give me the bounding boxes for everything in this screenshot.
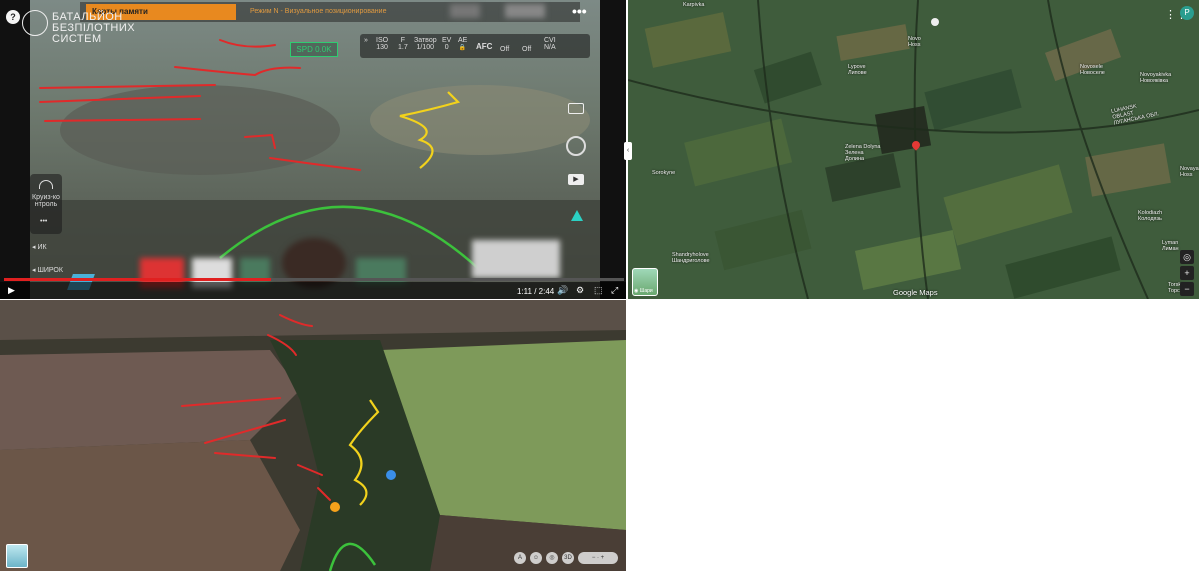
google-maps-logo: Google Maps — [893, 288, 938, 297]
param-shutter: Затвор 1/100 — [414, 37, 437, 51]
map-label: Lypove Липове — [848, 64, 867, 76]
param-cvi: CVI N/A — [544, 37, 556, 51]
blurred-badge — [505, 4, 545, 18]
param-afc: AFC — [476, 42, 493, 51]
blue-marker-icon — [386, 470, 396, 480]
shutter-icon[interactable] — [566, 136, 586, 156]
blurred-thumbnail — [472, 240, 560, 278]
param-f: F 1.7 — [398, 37, 408, 51]
layers-label: ◉ Шари — [634, 288, 653, 294]
param-ae: AE 🔒 — [458, 37, 468, 51]
video-progress-bar[interactable] — [4, 278, 624, 281]
wide-label[interactable]: ◂ ШИРОК — [32, 266, 63, 274]
earth-3d-view[interactable] — [0, 300, 626, 571]
map-label: Novosele Новоселе — [1080, 64, 1105, 76]
battalion-logo-icon — [22, 10, 48, 36]
map-label: Lyman Лиман — [1162, 240, 1179, 252]
map-label: Shandryholove Шандриголове — [672, 252, 710, 264]
map-label: Novo Hoss — [908, 36, 921, 48]
map-label: Novaya Hoss — [1180, 166, 1199, 178]
view-3d-icon[interactable]: 3D — [562, 552, 574, 564]
locate-me-icon[interactable]: ◎ — [1180, 250, 1194, 264]
video-camera-icon[interactable] — [568, 103, 584, 114]
video-time: 1:11 / 2:44 — [517, 287, 555, 296]
earth-layer-button[interactable] — [6, 544, 28, 568]
map-label: Zelena Dolyna Зелена Долина — [845, 144, 881, 162]
pegman-icon[interactable]: ☺ — [530, 552, 542, 564]
settings-icon[interactable]: ⚙ — [576, 285, 584, 296]
explosion-marker-icon — [330, 502, 340, 512]
navigation-arrow-icon[interactable] — [571, 210, 583, 221]
account-avatar[interactable]: P — [1180, 6, 1194, 20]
param-ev: EV 0 — [442, 37, 452, 51]
map-label: Kolodiazh Колодязь — [1138, 210, 1163, 222]
terrain-view — [0, 300, 626, 571]
param-iso: ISO 130 — [376, 37, 389, 51]
camera-parameters: » ISO 130 F 1.7 Затвор 1/100 EV 0 AE 🔒 AFC Of… — [360, 34, 590, 58]
zoom-out-button[interactable]: − — [1180, 282, 1194, 296]
mode-label: Режим N - Визуальное позиционирование — [250, 8, 387, 15]
map-label: Sorokyne — [652, 170, 676, 176]
zoom-in-button[interactable]: + — [1180, 266, 1194, 280]
fullscreen-icon[interactable]: ⤢ — [611, 285, 618, 296]
map-label: Novoyakivka Новояківка — [1140, 72, 1172, 84]
more-options-icon[interactable]: ••• — [572, 3, 587, 19]
help-icon[interactable]: ? — [6, 10, 20, 24]
location-icon[interactable]: ◎ — [546, 552, 558, 564]
map-label: Karpivka — [683, 2, 705, 8]
collapse-panel-icon[interactable]: ‹ — [624, 142, 632, 160]
cruise-control-label: Круиз-ко нтроль — [32, 194, 60, 208]
speed-badge: SPD 0.0K — [290, 42, 338, 57]
zoom-controls[interactable]: − · + — [578, 552, 618, 564]
volume-icon[interactable]: 🔊 — [557, 285, 568, 296]
video-player[interactable]: Карты памяти Режим N - Визуальное позици… — [0, 0, 626, 299]
blurred-badge — [450, 4, 480, 18]
compass-icon[interactable]: A — [514, 552, 526, 564]
more-dots-icon: ••• — [40, 218, 48, 225]
share-icon[interactable]: ⬚ — [594, 285, 603, 296]
param-off-1: Off — [500, 46, 510, 53]
cruise-control-button[interactable]: Круиз-ко нтроль ••• — [30, 174, 62, 234]
param-off-2: Off — [522, 46, 532, 53]
speedometer-icon — [39, 180, 53, 189]
battalion-logo-text: БАТАЛЬЙОН БЕЗПІЛОТНИХ СИСТЕМ — [52, 11, 136, 45]
playback-icon[interactable]: ▶ — [568, 174, 584, 185]
play-icon[interactable]: ▶ — [8, 285, 15, 296]
video-progress-fill — [4, 278, 271, 281]
ir-label[interactable]: ◂ ИК — [32, 243, 47, 251]
place-icon[interactable] — [931, 18, 939, 26]
